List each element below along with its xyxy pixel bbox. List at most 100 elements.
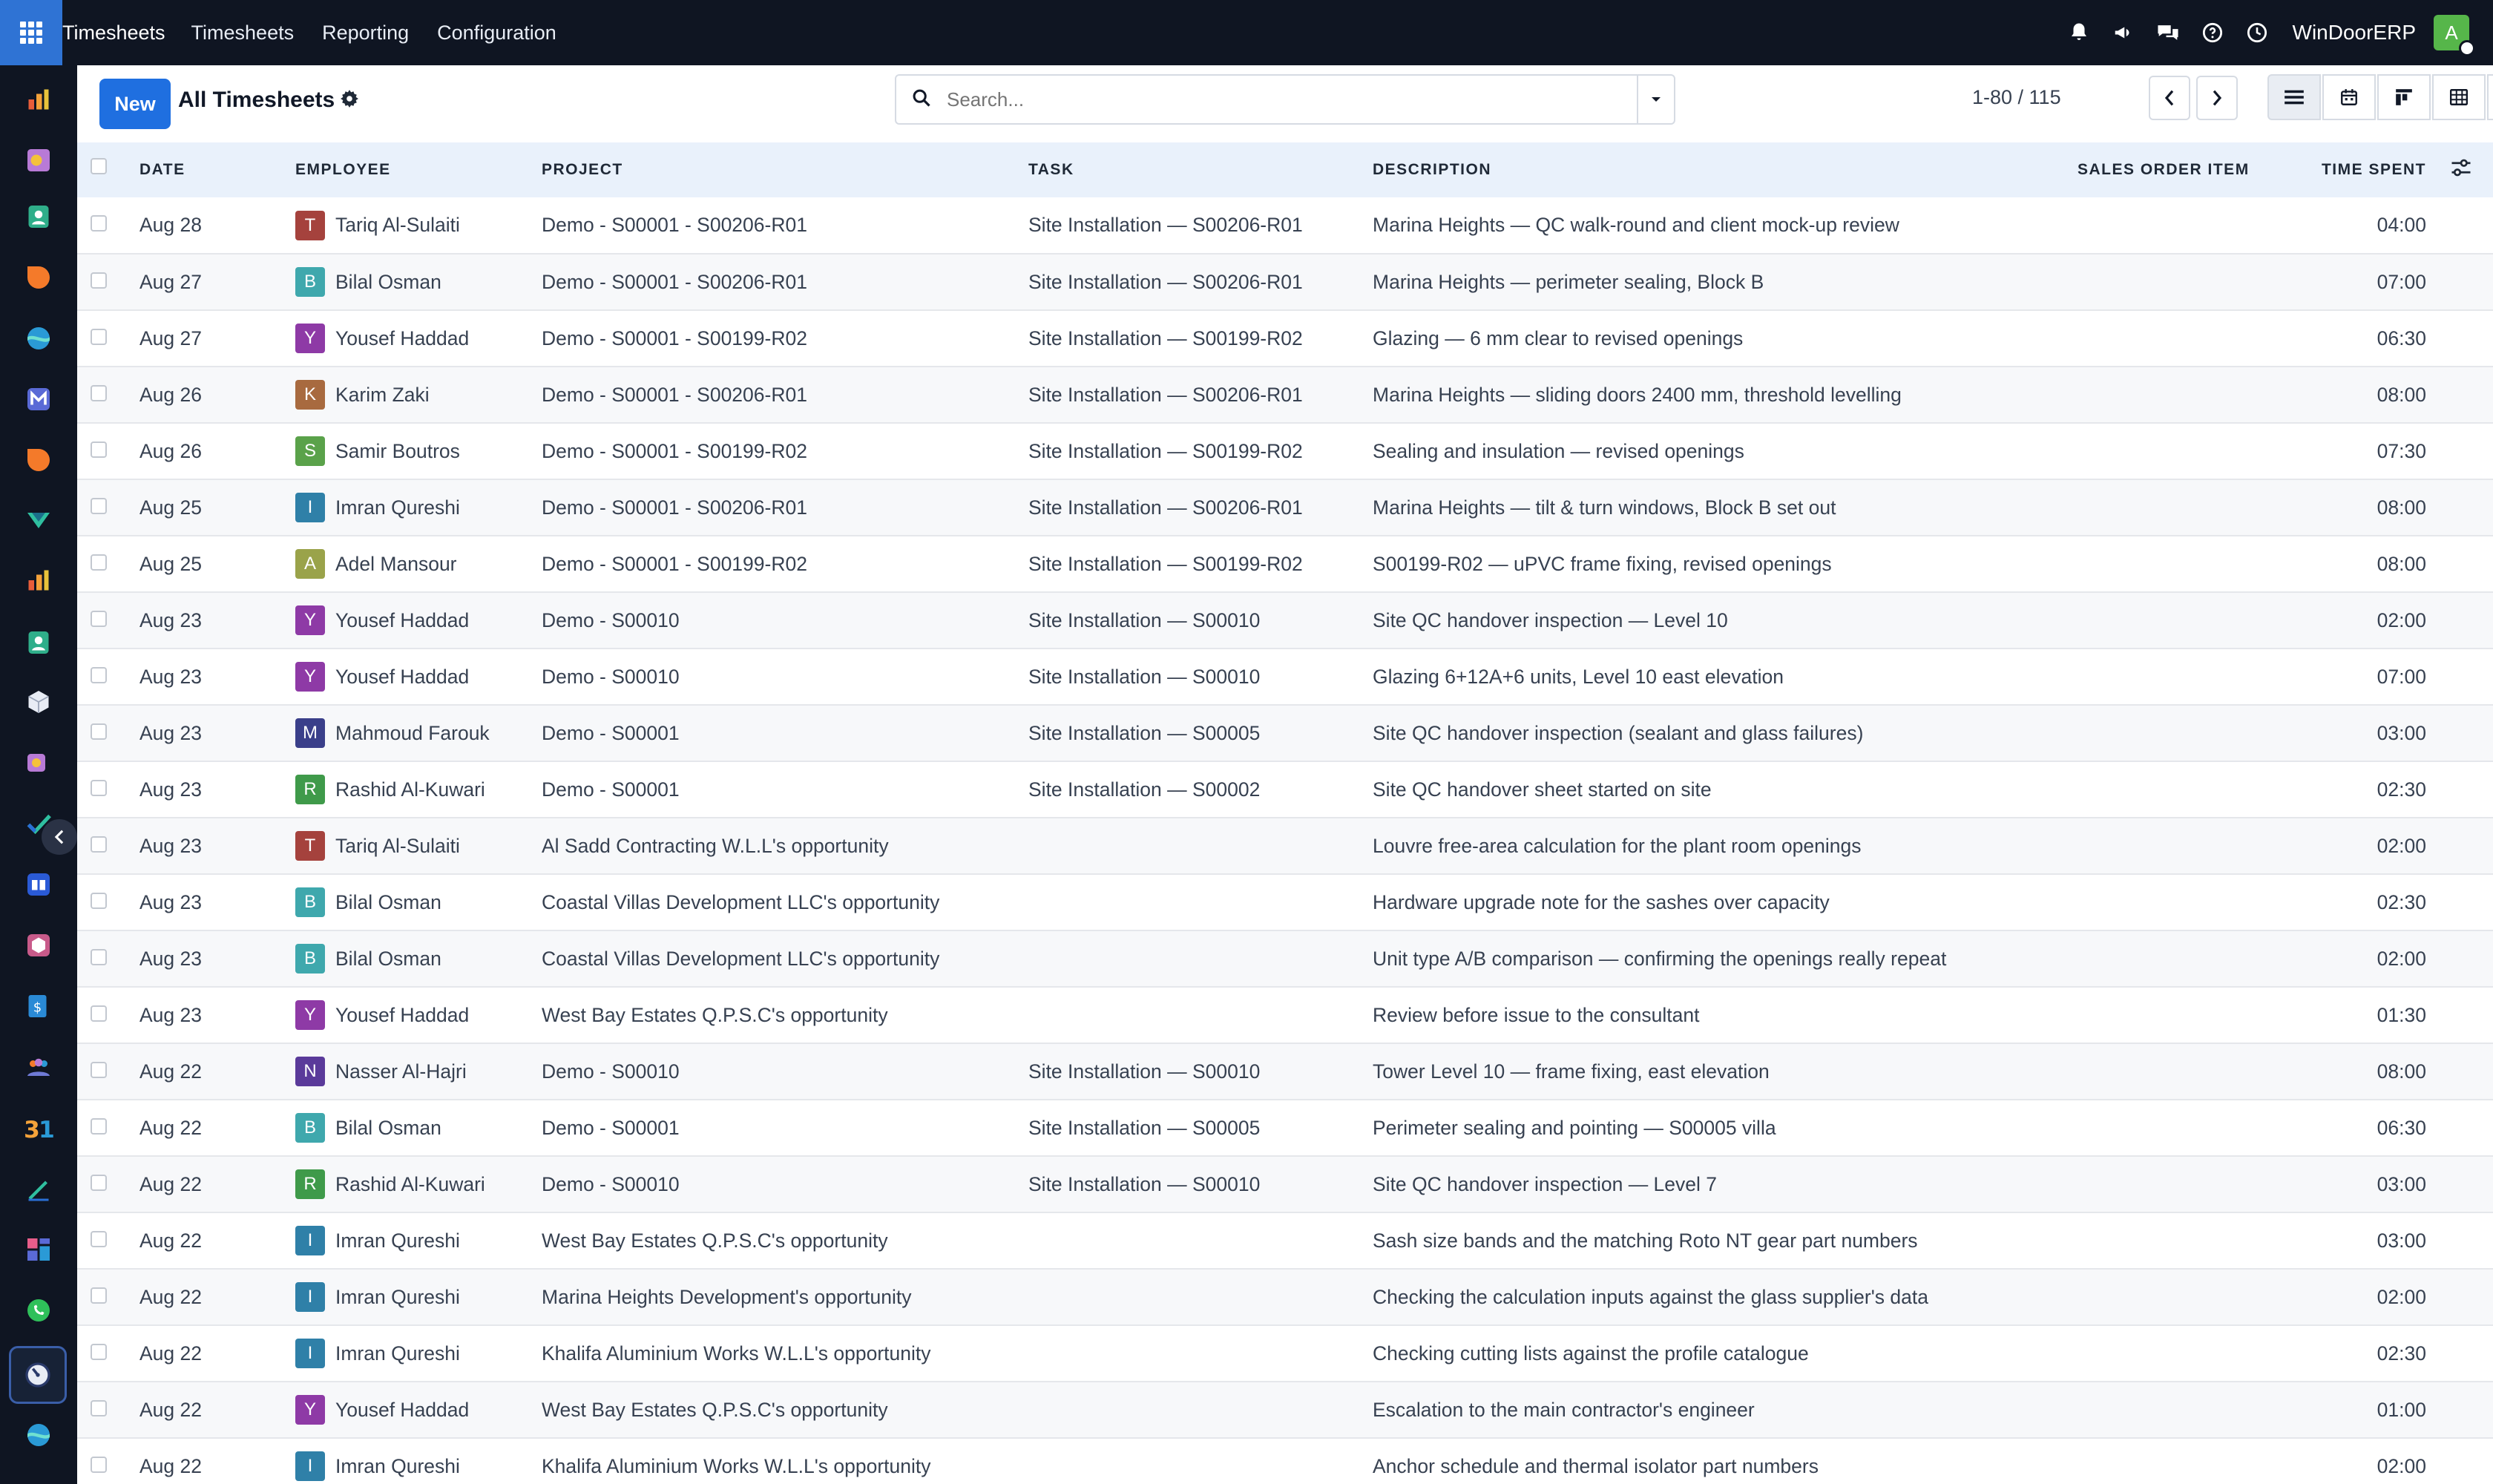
row-checkbox[interactable] <box>91 723 107 740</box>
project-cell[interactable]: West Bay Estates Q.P.S.C's opportunity <box>542 1382 1028 1438</box>
row-checkbox[interactable] <box>91 1456 107 1473</box>
megaphone-icon[interactable] <box>2109 18 2138 47</box>
time-spent-cell[interactable]: 07:00 <box>2300 254 2493 310</box>
website-icon[interactable] <box>18 318 59 359</box>
time-spent-cell[interactable]: 07:30 <box>2300 423 2493 479</box>
table-row[interactable]: Aug 22 R Rashid Al-Kuwari Demo - S00010 Site… <box>77 1156 2493 1212</box>
sales-order-item-cell[interactable] <box>2078 367 2300 423</box>
project-cell[interactable]: Al Sadd Contracting W.L.L's opportunity <box>542 818 1028 874</box>
description-cell[interactable]: Perimeter sealing and pointing — S00005 … <box>1373 1100 2078 1156</box>
task-cell[interactable]: Site Installation — S00010 <box>1028 649 1373 705</box>
sales-order-item-cell[interactable] <box>2078 1156 2300 1212</box>
table-row[interactable]: Aug 28 T Tariq Al-Sulaiti Demo - S00001 - S… <box>77 197 2493 254</box>
sales-order-item-cell[interactable] <box>2078 1043 2300 1100</box>
time-spent-cell[interactable]: 06:30 <box>2300 310 2493 367</box>
date-cell[interactable]: Aug 25 <box>139 536 295 592</box>
table-row[interactable]: Aug 23 B Bilal Osman Coastal Villas Develop… <box>77 874 2493 930</box>
sales-order-item-cell[interactable] <box>2078 1325 2300 1382</box>
time-spent-cell[interactable]: 03:00 <box>2300 1212 2493 1269</box>
page-title[interactable]: All Timesheets <box>178 88 335 113</box>
project-cell[interactable]: Khalifa Aluminium Works W.L.L's opportun… <box>542 1438 1028 1484</box>
project-cell[interactable]: Demo - S00001 - S00199-R02 <box>542 423 1028 479</box>
clock-icon[interactable] <box>2242 18 2272 47</box>
description-cell[interactable]: Review before issue to the consultant <box>1373 987 2078 1043</box>
description-cell[interactable]: Site QC handover inspection (sealant and… <box>1373 705 2078 761</box>
sales-order-item-cell[interactable] <box>2078 310 2300 367</box>
project-cell[interactable]: Marina Heights Development's opportunity <box>542 1269 1028 1325</box>
project-cell[interactable]: Demo - S00001 <box>542 1100 1028 1156</box>
timesheets-icon[interactable] <box>9 1346 67 1404</box>
employee-cell[interactable]: T Tariq Al-Sulaiti <box>295 197 542 254</box>
user-avatar[interactable]: A <box>2434 15 2475 56</box>
employee-cell[interactable]: M Mahmoud Farouk <box>295 705 542 761</box>
sales-order-item-cell[interactable] <box>2078 1438 2300 1484</box>
time-spent-cell[interactable]: 07:00 <box>2300 649 2493 705</box>
description-cell[interactable]: Marina Heights — QC walk-round and clien… <box>1373 197 2078 254</box>
sales-order-item-cell[interactable] <box>2078 1100 2300 1156</box>
row-checkbox[interactable] <box>91 1287 107 1304</box>
task-cell[interactable]: Site Installation — S00199-R02 <box>1028 423 1373 479</box>
project-cell[interactable]: Demo - S00001 - S00206-R01 <box>542 254 1028 310</box>
table-row[interactable]: Aug 22 I Imran Qureshi Marina Heights Devel… <box>77 1269 2493 1325</box>
new-button[interactable]: New <box>99 79 171 129</box>
project-cell[interactable]: Demo - S00010 <box>542 592 1028 649</box>
sales-order-item-cell[interactable] <box>2078 197 2300 254</box>
website-builder-icon[interactable] <box>18 1414 59 1456</box>
project-cell[interactable]: Demo - S00010 <box>542 649 1028 705</box>
description-cell[interactable]: Escalation to the main contractor's engi… <box>1373 1382 2078 1438</box>
time-spent-cell[interactable]: 03:00 <box>2300 1156 2493 1212</box>
sales-icon[interactable] <box>18 79 59 120</box>
employee-cell[interactable]: I Imran Qureshi <box>295 1269 542 1325</box>
sales-order-item-cell[interactable] <box>2078 930 2300 987</box>
sales-order-item-cell[interactable] <box>2078 254 2300 310</box>
description-cell[interactable]: Unit type A/B comparison — confirming th… <box>1373 930 2078 987</box>
description-cell[interactable]: Glazing 6+12A+6 units, Level 10 east ele… <box>1373 649 2078 705</box>
project-cell[interactable]: Demo - S00001 <box>542 705 1028 761</box>
pager-previous-button[interactable] <box>2149 76 2190 120</box>
employee-cell[interactable]: I Imran Qureshi <box>295 1325 542 1382</box>
date-cell[interactable]: Aug 22 <box>139 1438 295 1484</box>
time-spent-cell[interactable]: 04:00 <box>2300 197 2493 254</box>
row-checkbox[interactable] <box>91 948 107 965</box>
time-spent-cell[interactable]: 02:00 <box>2300 1438 2493 1484</box>
date-cell[interactable]: Aug 23 <box>139 874 295 930</box>
task-cell[interactable]: Site Installation — S00010 <box>1028 1043 1373 1100</box>
row-checkbox[interactable] <box>91 441 107 458</box>
time-spent-cell[interactable]: 02:30 <box>2300 761 2493 818</box>
employee-cell[interactable]: I Imran Qureshi <box>295 1212 542 1269</box>
table-row[interactable]: Aug 27 Y Yousef Haddad Demo - S00001 - S001… <box>77 310 2493 367</box>
description-cell[interactable]: Hardware upgrade note for the sashes ove… <box>1373 874 2078 930</box>
apps-menu-button[interactable] <box>0 0 62 65</box>
task-cell[interactable] <box>1028 1212 1373 1269</box>
crm-icon[interactable] <box>18 257 59 298</box>
employee-cell[interactable]: N Nasser Al-Hajri <box>295 1043 542 1100</box>
table-row[interactable]: Aug 22 B Bilal Osman Demo - S00001 Site Inst… <box>77 1100 2493 1156</box>
table-row[interactable]: Aug 22 I Imran Qureshi Khalifa Aluminium Wo… <box>77 1438 2493 1484</box>
time-spent-cell[interactable]: 08:00 <box>2300 367 2493 423</box>
description-cell[interactable]: S00199-R02 — uPVC frame fixing, revised … <box>1373 536 2078 592</box>
employee-cell[interactable]: R Rashid Al-Kuwari <box>295 1156 542 1212</box>
row-checkbox[interactable] <box>91 272 107 289</box>
time-spent-cell[interactable]: 02:30 <box>2300 1325 2493 1382</box>
table-row[interactable]: Aug 27 B Bilal Osman Demo - S00001 - S00206… <box>77 254 2493 310</box>
table-row[interactable]: Aug 26 S Samir Boutros Demo - S00001 - S001… <box>77 423 2493 479</box>
task-cell[interactable] <box>1028 1269 1373 1325</box>
sales-order-item-cell[interactable] <box>2078 423 2300 479</box>
sales-order-item-cell[interactable] <box>2078 818 2300 874</box>
description-cell[interactable]: Marina Heights — sliding doors 2400 mm, … <box>1373 367 2078 423</box>
task-cell[interactable] <box>1028 874 1373 930</box>
table-row[interactable]: Aug 25 I Imran Qureshi Demo - S00001 - S002… <box>77 479 2493 536</box>
employee-cell[interactable]: Y Yousef Haddad <box>295 987 542 1043</box>
table-row[interactable]: Aug 22 Y Yousef Haddad West Bay Estates Q.P… <box>77 1382 2493 1438</box>
reporting-icon[interactable] <box>18 559 59 601</box>
date-cell[interactable]: Aug 23 <box>139 987 295 1043</box>
employee-cell[interactable]: Y Yousef Haddad <box>295 310 542 367</box>
task-cell[interactable] <box>1028 1382 1373 1438</box>
whatsapp-icon[interactable] <box>18 1290 59 1331</box>
date-cell[interactable]: Aug 27 <box>139 254 295 310</box>
date-cell[interactable]: Aug 22 <box>139 1043 295 1100</box>
column-project[interactable]: PROJECT <box>542 142 1028 197</box>
description-cell[interactable]: Checking the calculation inputs against … <box>1373 1269 2078 1325</box>
employee-cell[interactable]: B Bilal Osman <box>295 1100 542 1156</box>
purchase-icon[interactable] <box>18 742 59 784</box>
